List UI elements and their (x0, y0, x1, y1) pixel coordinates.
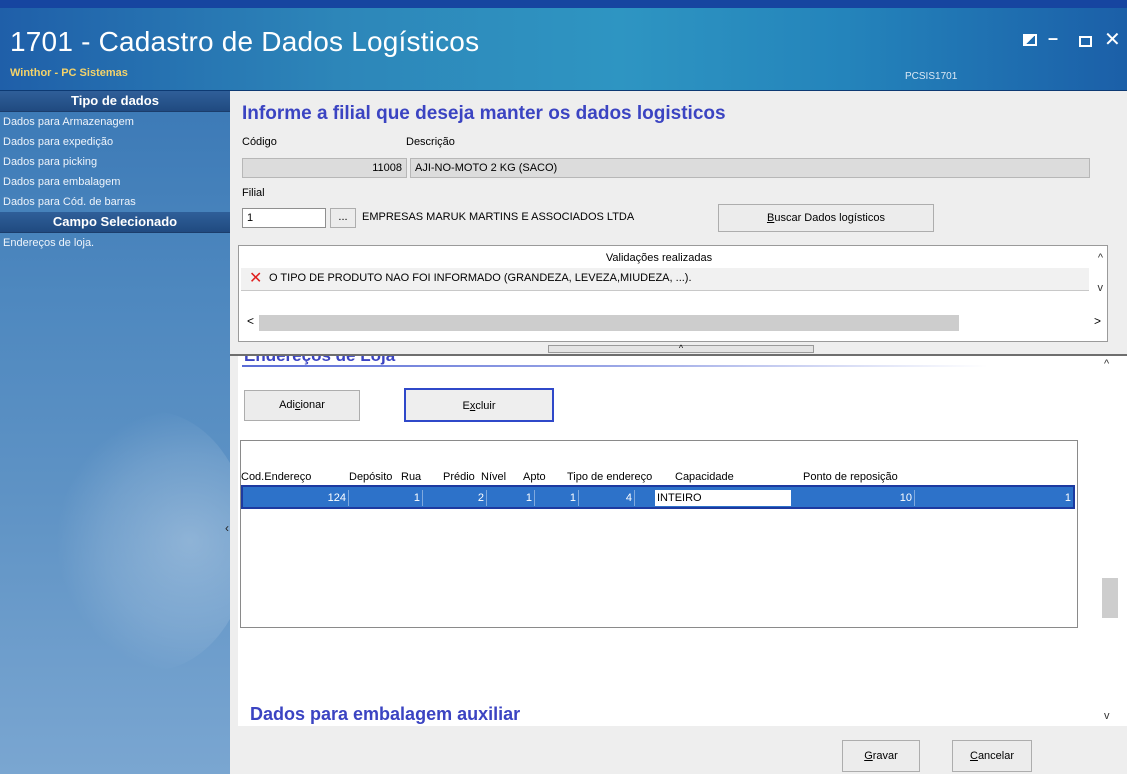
codigo-label: Código (242, 136, 277, 148)
validations-title: Validações realizadas (605, 252, 713, 264)
vscroll-thumb[interactable] (1102, 578, 1118, 618)
pc-sistemas-logo-icon (50, 411, 230, 671)
footer-bar: Gravar Cancelar (230, 727, 1127, 774)
sidebar: Tipo de dados Dados para Armazenagem Dad… (0, 91, 230, 774)
cell-capacidade[interactable]: 10 (791, 490, 915, 506)
cancelar-mnemonic: C (969, 750, 978, 762)
buscar-label: uscar Dados logísticos (774, 212, 885, 224)
adicionar-label-post: ionar (300, 399, 325, 411)
col-header-rua[interactable]: Rua (401, 471, 421, 483)
col-header-capacidade[interactable]: Capacidade (675, 471, 734, 483)
col-header-apto[interactable]: Apto (523, 471, 546, 483)
cell-rua[interactable]: 2 (423, 490, 487, 506)
sidebar-header-campo: Campo Selecionado (0, 212, 230, 233)
lower-vscrollbar[interactable]: ^ v (1100, 356, 1120, 726)
col-header-nivel[interactable]: Nível (481, 471, 506, 483)
adicionar-button[interactable]: Adicionar (244, 390, 360, 421)
splitter-grip-icon[interactable]: ‹ (225, 521, 229, 535)
error-x-icon: ✕ (249, 270, 263, 287)
col-header-predio[interactable]: Prédio (443, 471, 475, 483)
cancelar-label: ancelar (977, 750, 1015, 762)
col-header-ponto-reposicao[interactable]: Ponto de reposição (803, 471, 898, 483)
validations-panel: Validações realizadas ✕ O TIPO DE PRODUT… (238, 245, 1108, 342)
gravar-label: ravar (872, 750, 898, 762)
filial-label: Filial (242, 187, 265, 199)
cancelar-button[interactable]: Cancelar (952, 740, 1032, 772)
splitter-handle[interactable]: ^ (548, 344, 814, 353)
gravar-button[interactable]: Gravar (842, 740, 920, 772)
excluir-label-post: cluir (475, 400, 496, 412)
sidebar-item-cod-barras[interactable]: Dados para Cód. de barras (0, 192, 230, 212)
minimize-icon[interactable]: – (1048, 28, 1058, 49)
scroll-right-icon[interactable]: > (1094, 314, 1101, 328)
close-icon[interactable]: ✕ (1104, 27, 1121, 52)
col-header-tipo-endereco[interactable]: Tipo de endereço (567, 471, 652, 483)
validations-hscrollbar[interactable]: < > (241, 314, 1107, 332)
sidebar-header-tipo: Tipo de dados (0, 91, 230, 112)
scroll-left-icon[interactable]: < (247, 314, 254, 328)
restore-icon[interactable] (1023, 34, 1037, 46)
section-divider (242, 365, 988, 367)
panel-splitter[interactable]: ^ (230, 344, 1127, 356)
sidebar-item-armazenagem[interactable]: Dados para Armazenagem (0, 112, 230, 132)
maximize-icon[interactable] (1079, 36, 1092, 47)
program-code: PCSIS1701 (905, 71, 958, 82)
excluir-label-pre: E (462, 400, 470, 412)
validation-row[interactable]: ✕ O TIPO DE PRODUTO NAO FOI INFORMADO (G… (241, 268, 1089, 291)
cell-apto[interactable]: 4 (579, 490, 635, 506)
app-window: 1701 - Cadastro de Dados Logísticos Wint… (0, 0, 1127, 774)
descricao-label: Descrição (406, 136, 455, 148)
adicionar-label-pre: Adi (279, 399, 295, 411)
descricao-field: AJI-NO-MOTO 2 KG (SACO) (410, 158, 1090, 178)
cell-ponto-reposicao[interactable]: 1 (915, 490, 1073, 506)
scroll-down-icon[interactable]: v (1104, 710, 1110, 722)
cell-nivel[interactable]: 1 (535, 490, 579, 506)
window-subtitle: Winthor - PC Sistemas (10, 67, 128, 79)
sidebar-item-picking[interactable]: Dados para picking (0, 152, 230, 172)
enderecos-grid: Cod.Endereço Depósito Rua Prédio Nível A… (240, 440, 1078, 628)
page-title: Informe a filial que deseja manter os da… (242, 103, 726, 124)
embalagem-auxiliar-section-title: Dados para embalagem auxiliar (250, 704, 521, 724)
filial-name: EMPRESAS MARUK MARTINS E ASSOCIADOS LTDA (362, 211, 635, 223)
filial-lookup-button[interactable]: ... (330, 208, 356, 228)
enderecos-scroll-area: Endereços de Loja Adicionar Excluir Cod.… (238, 356, 1127, 726)
codigo-field: 11008 (242, 158, 407, 178)
col-header-deposito[interactable]: Depósito (349, 471, 392, 483)
buscar-dados-button[interactable]: Buscar Dados logísticos (718, 204, 934, 232)
cell-tipo-endereco[interactable]: INTEIRO (655, 490, 791, 506)
title-bar: 1701 - Cadastro de Dados Logísticos Wint… (0, 0, 1127, 91)
table-row[interactable]: 124 1 2 1 1 4 INTEIRO 10 1 (241, 485, 1075, 509)
validations-scroll-down-icon[interactable]: v (1098, 282, 1104, 294)
window-title: 1701 - Cadastro de Dados Logísticos (10, 26, 480, 57)
scroll-up-icon[interactable]: ^ (1104, 358, 1109, 370)
hscroll-thumb[interactable] (259, 315, 959, 331)
validation-message: O TIPO DE PRODUTO NAO FOI INFORMADO (GRA… (269, 272, 692, 284)
cell-deposito[interactable]: 1 (349, 490, 423, 506)
sidebar-item-expedicao[interactable]: Dados para expedição (0, 132, 230, 152)
main-panel: Informe a filial que deseja manter os da… (230, 91, 1127, 774)
sidebar-item-embalagem[interactable]: Dados para embalagem (0, 172, 230, 192)
col-header-cod-endereco[interactable]: Cod.Endereço (241, 471, 311, 483)
filial-input[interactable]: 1 (242, 208, 326, 228)
validations-scroll-up-icon[interactable]: ^ (1098, 252, 1103, 264)
cell-predio[interactable]: 1 (487, 490, 535, 506)
excluir-button[interactable]: Excluir (404, 388, 554, 422)
cell-cod-endereco[interactable]: 124 (243, 490, 349, 506)
gravar-mnemonic: G (864, 750, 873, 762)
sidebar-selected-field[interactable]: Endereços de loja. (0, 233, 230, 253)
